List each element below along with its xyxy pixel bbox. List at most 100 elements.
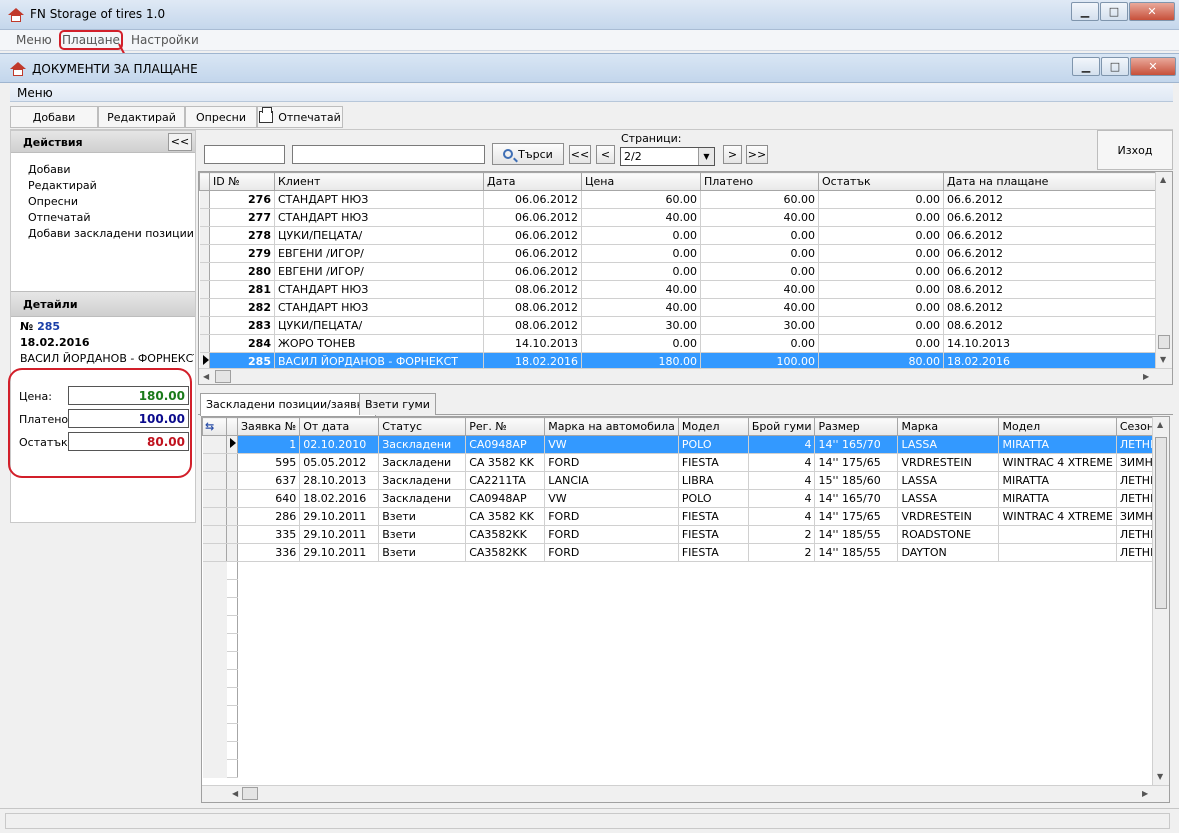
row-indicator[interactable] (199, 226, 210, 245)
row-indicator[interactable] (199, 316, 210, 335)
menu-payment[interactable]: Плащане (59, 30, 123, 50)
documents-horizontal-scrollbar[interactable]: ◀ ▶ (199, 368, 1172, 384)
documents-hscroll-thumb[interactable] (215, 370, 231, 383)
documents-column-header[interactable]: Остатък (818, 172, 944, 191)
documents-column-header[interactable]: Дата (483, 172, 582, 191)
row-indicator[interactable] (226, 435, 238, 454)
scroll-up-icon[interactable]: ▲ (1160, 175, 1166, 184)
edit-button[interactable]: Редактирай (98, 106, 185, 128)
position-row[interactable]: 637 28.10.2013 Заскладени CA2211TA LANCIA LIB… (202, 471, 1166, 490)
doc-minimize-button[interactable]: ▁ (1072, 57, 1100, 76)
action-add-stored-positions[interactable]: Добави заскладени позиции (28, 227, 194, 240)
document-menu[interactable]: Меню (17, 86, 53, 100)
next-page-button[interactable]: > (723, 145, 742, 164)
tab-stored-positions[interactable]: Заскладени позиции/заявки (200, 393, 377, 416)
document-row[interactable]: 279 ЕВГЕНИ /ИГОР/06.06.2012 0.00 0.00 0.00 06… (199, 244, 1156, 263)
document-row[interactable]: 284 ЖОРО ТОНЕВ 14.10.2013 0.00 0.00 0.00 14.10… (199, 334, 1156, 353)
positions-vertical-scrollbar[interactable]: ▲ ▼ (1152, 417, 1169, 787)
document-row[interactable]: 276 СТАНДАРТ НЮЗ 06.06.2012 60.00 60.00 0.00 0… (199, 190, 1156, 209)
positions-column-header[interactable]: Марка на автомобила (544, 417, 679, 436)
id-filter-input[interactable] (204, 145, 285, 164)
action-print[interactable]: Отпечатай (28, 211, 91, 224)
scroll-left-icon[interactable]: ◀ (232, 789, 238, 798)
position-row[interactable]: 595 05.05.2012 Заскладени CA 3582 KK FORD FIE… (202, 453, 1166, 472)
row-indicator[interactable] (199, 280, 210, 299)
positions-hscroll-thumb[interactable] (242, 787, 258, 800)
row-indicator[interactable] (226, 543, 238, 562)
row-indicator[interactable] (199, 262, 210, 281)
row-indicator[interactable] (199, 190, 210, 209)
add-button[interactable]: Добави (10, 106, 98, 128)
doc-maximize-button[interactable]: □ (1101, 57, 1129, 76)
document-row[interactable]: 280 ЕВГЕНИ /ИГОР/06.06.2012 0.00 0.00 0.00 06… (199, 262, 1156, 281)
positions-horizontal-scrollbar[interactable]: ◀ ▶ (202, 785, 1169, 802)
position-row[interactable]: 286 29.10.2011 Взети CA 3582 KK FORD FIESTA 4 1… (202, 507, 1166, 526)
app-close-button[interactable]: ✕ (1129, 2, 1175, 21)
last-page-button[interactable]: >> (746, 145, 768, 164)
search-button[interactable]: Търси (492, 143, 564, 165)
positions-column-header[interactable]: Рег. № (465, 417, 546, 436)
prev-page-button[interactable]: < (596, 145, 615, 164)
documents-column-header[interactable]: Платено (700, 172, 819, 191)
action-refresh[interactable]: Опресни (28, 195, 78, 208)
positions-column-header[interactable]: От дата (299, 417, 380, 436)
row-indicator[interactable] (226, 525, 238, 544)
positions-column-header[interactable]: Модел (998, 417, 1117, 436)
positions-column-header[interactable]: Заявка № (236, 417, 301, 436)
document-row[interactable]: 281 СТАНДАРТ НЮЗ 08.06.2012 40.00 40.00 0.00 0… (199, 280, 1156, 299)
positions-column-header[interactable]: Статус (378, 417, 467, 436)
positions-column-header[interactable]: Брой гуми (747, 417, 816, 436)
remaining-field[interactable]: 80.00 (68, 432, 189, 451)
documents-column-header[interactable]: Дата на плащане (943, 172, 1156, 191)
scroll-up-icon[interactable]: ▲ (1157, 420, 1163, 429)
positions-column-header[interactable]: Марка (897, 417, 1000, 436)
menu-settings[interactable]: Настройки (131, 33, 199, 47)
row-indicator[interactable] (226, 489, 238, 508)
action-add[interactable]: Добави (28, 163, 70, 176)
position-row[interactable]: 336 29.10.2011 Взети CA3582KK FORD FIESTA 2 14'… (202, 543, 1166, 562)
document-row[interactable]: 282 СТАНДАРТ НЮЗ 08.06.2012 40.00 40.00 0.00 0… (199, 298, 1156, 317)
scroll-right-icon[interactable]: ▶ (1143, 372, 1149, 381)
documents-column-header[interactable]: Цена (581, 172, 701, 191)
position-row[interactable]: 335 29.10.2011 Взети CA3582KK FORD FIESTA 2 14'… (202, 525, 1166, 544)
price-field[interactable]: 180.00 (68, 386, 189, 405)
refresh-button[interactable]: Опресни (185, 106, 257, 128)
collapse-panel-button[interactable]: << (168, 133, 192, 151)
app-minimize-button[interactable]: ▁ (1071, 2, 1099, 21)
scroll-right-icon[interactable]: ▶ (1142, 789, 1148, 798)
scroll-down-icon[interactable]: ▼ (1160, 355, 1166, 364)
row-indicator[interactable] (199, 244, 210, 263)
position-row[interactable]: 1 02.10.2010 Заскладени CA0948AP VW POLO 4 14''… (202, 435, 1166, 454)
app-maximize-button[interactable]: □ (1100, 2, 1128, 21)
row-indicator[interactable] (199, 334, 210, 353)
menu-menu[interactable]: Меню (16, 33, 52, 47)
row-indicator[interactable] (226, 453, 238, 472)
exit-button[interactable]: Изход (1097, 130, 1173, 170)
scroll-left-icon[interactable]: ◀ (203, 372, 209, 381)
documents-column-header[interactable]: ID № (209, 172, 275, 191)
column-chooser-header[interactable]: ⇆ (202, 417, 227, 436)
position-row[interactable]: 640 18.02.2016 Заскладени CA0948AP VW POLO 4 14… (202, 489, 1166, 508)
positions-column-header[interactable]: Модел (677, 417, 749, 436)
doc-close-button[interactable]: ✕ (1130, 57, 1176, 76)
paid-field[interactable]: 100.00 (68, 409, 189, 428)
tab-taken-tires[interactable]: Взети гуми (359, 393, 436, 415)
document-row[interactable]: 277 СТАНДАРТ НЮЗ 06.06.2012 40.00 40.00 0.00 0… (199, 208, 1156, 227)
document-row[interactable]: 283 ЦУКИ/ПЕЦАТА/08.06.2012 30.00 30.00 0.00 0… (199, 316, 1156, 335)
page-select[interactable]: 2/2 ▼ (620, 147, 715, 166)
positions-column-header[interactable]: Размер (814, 417, 899, 436)
row-indicator[interactable] (199, 298, 210, 317)
row-indicator[interactable] (199, 208, 210, 227)
action-edit[interactable]: Редактирай (28, 179, 97, 192)
documents-vscroll-thumb[interactable] (1158, 335, 1170, 349)
document-row[interactable]: 278 ЦУКИ/ПЕЦАТА/06.06.2012 0.00 0.00 0.00 06.… (199, 226, 1156, 245)
row-indicator[interactable] (226, 507, 238, 526)
documents-vertical-scrollbar[interactable]: ▲ ▼ (1155, 172, 1172, 368)
positions-vscroll-thumb[interactable] (1155, 437, 1167, 609)
row-indicator[interactable] (226, 471, 238, 490)
column-chooser-icon[interactable]: ⇆ (205, 420, 214, 433)
print-button[interactable]: Отпечатай (257, 106, 343, 128)
documents-column-header[interactable]: Клиент (274, 172, 484, 191)
client-filter-input[interactable] (292, 145, 485, 164)
scroll-down-icon[interactable]: ▼ (1157, 772, 1163, 781)
